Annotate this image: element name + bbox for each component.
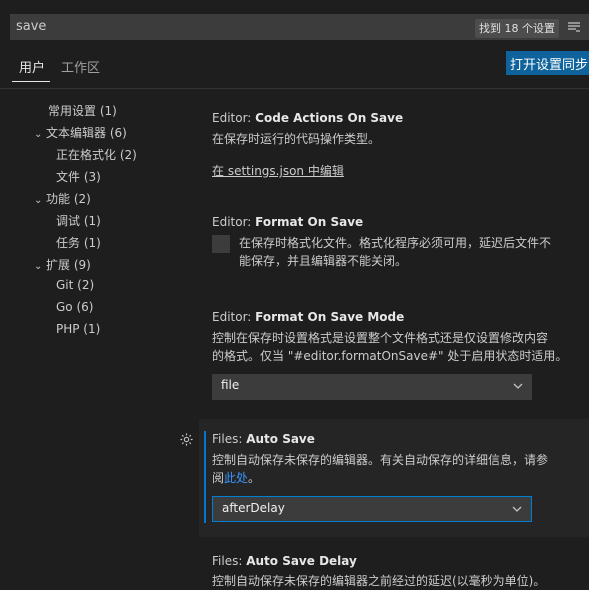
- auto-save-docs-link[interactable]: 此处: [224, 471, 248, 485]
- setting-desc-auto-save-delay-1: 控制自动保存未保存的编辑器之前经过的延迟(以毫秒为单位)。: [212, 574, 546, 588]
- result-count-badge: 找到 18 个设置: [475, 19, 559, 38]
- chevron-down-icon: [513, 383, 523, 389]
- tree-item-label: 调试 (1): [56, 214, 101, 228]
- select-value: file: [221, 378, 240, 392]
- search-input[interactable]: save: [16, 19, 46, 34]
- setting-title-format-on-save-mode: Editor: Format On Save Mode: [212, 310, 404, 324]
- tree-item-php[interactable]: PHP (1): [56, 322, 100, 336]
- focus-indicator-bar: [204, 431, 206, 523]
- tree-item-label: 常用设置 (1): [48, 104, 117, 118]
- setting-title-auto-save-delay: Files: Auto Save Delay: [212, 554, 357, 568]
- tree-item-git[interactable]: Git (2): [56, 278, 94, 292]
- tree-item-label: 扩展 (9): [46, 258, 91, 272]
- chevron-down-icon: ⌄: [34, 195, 43, 206]
- tree-item-common[interactable]: 常用设置 (1): [48, 102, 117, 119]
- setting-desc-auto-save-1: 控制自动保存未保存的编辑器。有关自动保存的详细信息，请参: [212, 453, 549, 467]
- setting-desc-format-on-save-2: 能保存，并且编辑器不能关闭。: [239, 254, 408, 268]
- setting-category: Editor:: [212, 111, 256, 125]
- tree-item-go[interactable]: Go (6): [56, 300, 93, 314]
- tree-item-label: 功能 (2): [46, 192, 91, 206]
- tree-item-label: Git (2): [56, 278, 95, 292]
- tree-item-extensions[interactable]: ⌄ 扩展 (9): [34, 256, 91, 273]
- filter-icon[interactable]: [567, 20, 581, 34]
- auto-save-select[interactable]: afterDelay: [212, 496, 532, 522]
- tab-user[interactable]: 用户: [19, 57, 45, 76]
- setting-desc-format-mode-1: 控制在保存时设置格式是设置整个文件格式还是仅设置修改内容: [212, 331, 549, 345]
- tree-item-label: Go (6): [56, 300, 94, 314]
- setting-category: Editor:: [212, 310, 256, 324]
- setting-title-format-on-save: Editor: Format On Save: [212, 215, 363, 229]
- setting-desc-code-actions: 在保存时运行的代码操作类型。: [212, 132, 381, 146]
- setting-category: Editor:: [212, 215, 256, 229]
- setting-title-code-actions: Editor: Code Actions On Save: [212, 111, 403, 125]
- tree-item-label: 文本编辑器 (6): [46, 126, 127, 140]
- tree-item-label: PHP (1): [56, 322, 101, 336]
- setting-desc-format-on-save-1: 在保存时格式化文件。格式化程序必须可用，延迟后文件不: [239, 236, 552, 250]
- setting-desc-format-mode-2: 的格式。仅当 "#editor.formatOnSave#" 处于启用状态时适用…: [212, 349, 568, 363]
- format-on-save-mode-select[interactable]: file: [212, 374, 532, 400]
- setting-name: Code Actions On Save: [255, 111, 404, 125]
- chevron-down-icon: [512, 506, 522, 512]
- tree-item-formatting[interactable]: 正在格式化 (2): [56, 146, 137, 163]
- tree-item-label: 文件 (3): [56, 170, 101, 184]
- tree-item-debug[interactable]: 调试 (1): [56, 212, 101, 229]
- tree-item-text-editor[interactable]: ⌄ 文本编辑器 (6): [34, 124, 127, 141]
- tree-item-label: 任务 (1): [56, 236, 101, 250]
- setting-name: Auto Save: [246, 432, 315, 446]
- desc-text: 阅: [212, 471, 225, 485]
- gear-icon[interactable]: [179, 432, 194, 447]
- select-value: afterDelay: [222, 501, 285, 515]
- desc-text: 。: [248, 471, 261, 485]
- tree-item-label: 正在格式化 (2): [56, 148, 137, 162]
- setting-category: Files:: [212, 432, 247, 446]
- tree-item-files[interactable]: 文件 (3): [56, 168, 101, 185]
- settings-sync-button[interactable]: 打开设置同步: [506, 51, 589, 75]
- tree-item-features[interactable]: ⌄ 功能 (2): [34, 190, 91, 207]
- setting-category: Files:: [212, 554, 247, 568]
- tree-item-tasks[interactable]: 任务 (1): [56, 234, 101, 251]
- setting-name: Format On Save: [255, 215, 364, 229]
- chevron-down-icon: ⌄: [34, 129, 43, 140]
- setting-name: Format On Save Mode: [255, 310, 405, 324]
- setting-desc-auto-save-2: 阅此处。: [212, 469, 260, 487]
- setting-title-auto-save: Files: Auto Save: [212, 432, 315, 446]
- edit-in-settings-json-link[interactable]: 在 settings.json 中编辑: [212, 162, 344, 179]
- search-bar[interactable]: save 找到 18 个设置: [10, 14, 589, 40]
- setting-name: Auto Save Delay: [246, 554, 357, 568]
- active-tab-indicator: [12, 81, 50, 82]
- format-on-save-checkbox[interactable]: [212, 235, 230, 253]
- chevron-down-icon: ⌄: [34, 261, 43, 272]
- tab-workspace[interactable]: 工作区: [61, 57, 100, 76]
- tabs-divider: [0, 88, 589, 89]
